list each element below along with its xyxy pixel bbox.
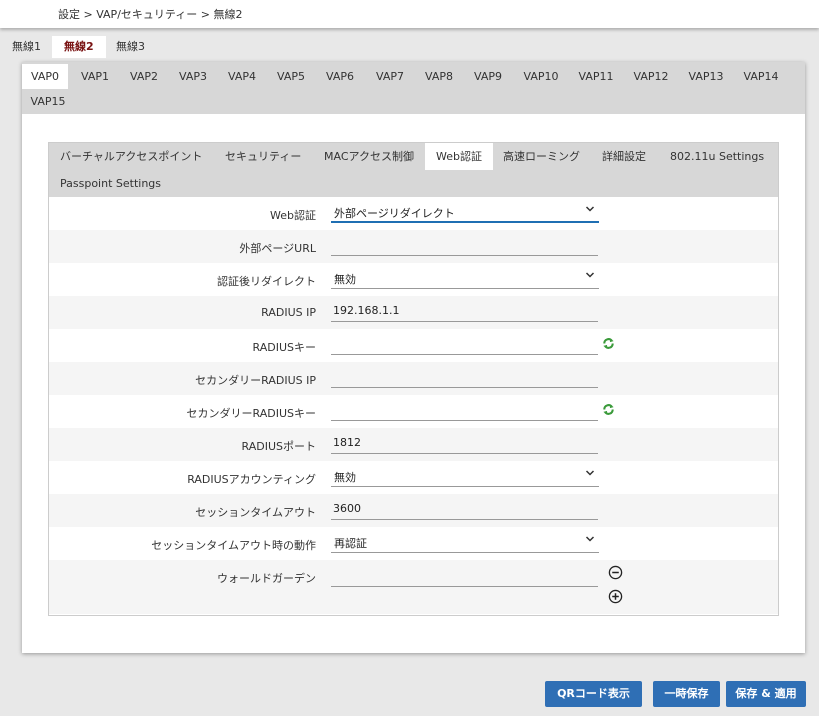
post-auth-redirect-label: 認証後リダイレクト — [217, 275, 316, 288]
tab-vap11[interactable]: VAP11 — [571, 64, 621, 89]
tab-vap6[interactable]: VAP6 — [317, 64, 363, 89]
external-url-label: 外部ページURL — [239, 242, 316, 255]
radius-ip-label: RADIUS IP — [261, 306, 316, 319]
row-radius-key: RADIUSキー — [49, 329, 778, 362]
web-auth-select[interactable]: 外部ページリダイレクト — [331, 201, 599, 223]
generate-key-icon[interactable] — [602, 337, 615, 350]
session-timeout-label: セッションタイムアウト — [195, 506, 316, 519]
tab-vap2[interactable]: VAP2 — [121, 64, 167, 89]
radius-key-label: RADIUSキー — [252, 341, 316, 354]
vap-panel: VAP0 VAP1 VAP2 VAP3 VAP4 VAP5 VAP6 VAP7 … — [22, 62, 805, 653]
radius-port-label: RADIUSポート — [241, 440, 316, 453]
tab-vap3[interactable]: VAP3 — [170, 64, 216, 89]
row-walled-garden: ウォールドガーデン — [49, 560, 778, 614]
chevron-down-icon — [585, 470, 595, 476]
row-radius-port: RADIUSポート — [49, 428, 778, 461]
generate-key-icon[interactable] — [602, 403, 615, 416]
tab-advanced[interactable]: 詳細設定 — [602, 143, 646, 170]
tab-vap4[interactable]: VAP4 — [219, 64, 265, 89]
tab-vap0[interactable]: VAP0 — [22, 64, 68, 89]
settings-card: バーチャルアクセスポイント セキュリティー MACアクセス制御 Web認証 高速… — [48, 142, 779, 616]
tab-web-auth[interactable]: Web認証 — [425, 143, 493, 170]
session-timeout-action-label: セッションタイムアウト時の動作 — [151, 539, 316, 552]
chevron-down-icon — [585, 272, 595, 278]
row-external-url: 外部ページURL — [49, 230, 778, 263]
tab-vap7[interactable]: VAP7 — [367, 64, 413, 89]
tab-passpoint-settings[interactable]: Passpoint Settings — [60, 170, 161, 197]
web-auth-label: Web認証 — [270, 209, 316, 222]
row-radius-accounting: RADIUSアカウンティング 無効 — [49, 461, 778, 494]
row-session-timeout: セッションタイムアウト — [49, 494, 778, 527]
qr-code-button[interactable]: QRコード表示 — [545, 681, 642, 707]
walled-garden-label: ウォールドガーデン — [217, 572, 316, 585]
external-url-input[interactable] — [331, 234, 598, 256]
tab-fast-roaming[interactable]: 高速ローミング — [503, 143, 580, 170]
row-post-auth-redirect: 認証後リダイレクト 無効 — [49, 263, 778, 296]
tab-vap5[interactable]: VAP5 — [268, 64, 314, 89]
tab-80211u-settings[interactable]: 802.11u Settings — [670, 143, 764, 170]
vap-tab-bar: VAP0 VAP1 VAP2 VAP3 VAP4 VAP5 VAP6 VAP7 … — [22, 62, 805, 114]
row-secondary-radius-key: セカンダリーRADIUSキー — [49, 395, 778, 428]
row-secondary-radius-ip: セカンダリーRADIUS IP — [49, 362, 778, 395]
post-auth-redirect-select[interactable]: 無効 — [331, 267, 599, 289]
tab-radio-1[interactable]: 無線1 — [0, 36, 53, 58]
radius-ip-input[interactable] — [331, 300, 598, 322]
tab-vap8[interactable]: VAP8 — [416, 64, 462, 89]
add-entry-icon[interactable] — [608, 589, 623, 604]
secondary-radius-ip-input[interactable] — [331, 366, 598, 388]
tab-security[interactable]: セキュリティー — [225, 143, 301, 170]
settings-tab-bar: バーチャルアクセスポイント セキュリティー MACアクセス制御 Web認証 高速… — [49, 143, 778, 197]
row-web-auth: Web認証 外部ページリダイレクト — [49, 197, 778, 230]
tab-virtual-access-point[interactable]: バーチャルアクセスポイント — [60, 143, 202, 170]
radius-accounting-select[interactable]: 無効 — [331, 465, 599, 487]
tab-vap13[interactable]: VAP13 — [681, 64, 731, 89]
radius-port-input[interactable] — [331, 432, 598, 454]
session-timeout-input[interactable] — [331, 498, 598, 520]
save-apply-button[interactable]: 保存 & 適用 — [726, 681, 806, 707]
walled-garden-input[interactable] — [331, 565, 598, 587]
remove-entry-icon[interactable] — [608, 565, 623, 580]
tab-vap15[interactable]: VAP15 — [22, 89, 74, 114]
radius-accounting-label: RADIUSアカウンティング — [187, 473, 316, 486]
secondary-radius-key-input[interactable] — [331, 399, 598, 421]
row-radius-ip: RADIUS IP — [49, 296, 778, 329]
breadcrumb: 設定 > VAP/セキュリティー > 無線2 — [58, 8, 243, 21]
post-auth-redirect-value: 無効 — [334, 273, 356, 286]
secondary-radius-key-label: セカンダリーRADIUSキー — [186, 407, 316, 420]
web-auth-value: 外部ページリダイレクト — [334, 207, 455, 220]
radius-key-input[interactable] — [331, 333, 598, 355]
session-timeout-action-value: 再認証 — [334, 537, 367, 550]
tab-vap14[interactable]: VAP14 — [736, 64, 786, 89]
tab-vap10[interactable]: VAP10 — [516, 64, 566, 89]
chevron-down-icon — [585, 206, 595, 212]
chevron-down-icon — [585, 536, 595, 542]
temp-save-button[interactable]: 一時保存 — [653, 681, 720, 707]
secondary-radius-ip-label: セカンダリーRADIUS IP — [195, 374, 316, 387]
tab-vap12[interactable]: VAP12 — [626, 64, 676, 89]
tab-vap1[interactable]: VAP1 — [72, 64, 118, 89]
row-session-timeout-action: セッションタイムアウト時の動作 再認証 — [49, 527, 778, 560]
tab-radio-3[interactable]: 無線3 — [104, 36, 157, 58]
tab-vap9[interactable]: VAP9 — [465, 64, 511, 89]
tab-radio-2[interactable]: 無線2 — [52, 36, 106, 58]
radius-accounting-value: 無効 — [334, 471, 356, 484]
tab-mac-access-control[interactable]: MACアクセス制御 — [324, 143, 414, 170]
session-timeout-action-select[interactable]: 再認証 — [331, 531, 599, 553]
top-bar: 設定 > VAP/セキュリティー > 無線2 — [0, 0, 819, 28]
